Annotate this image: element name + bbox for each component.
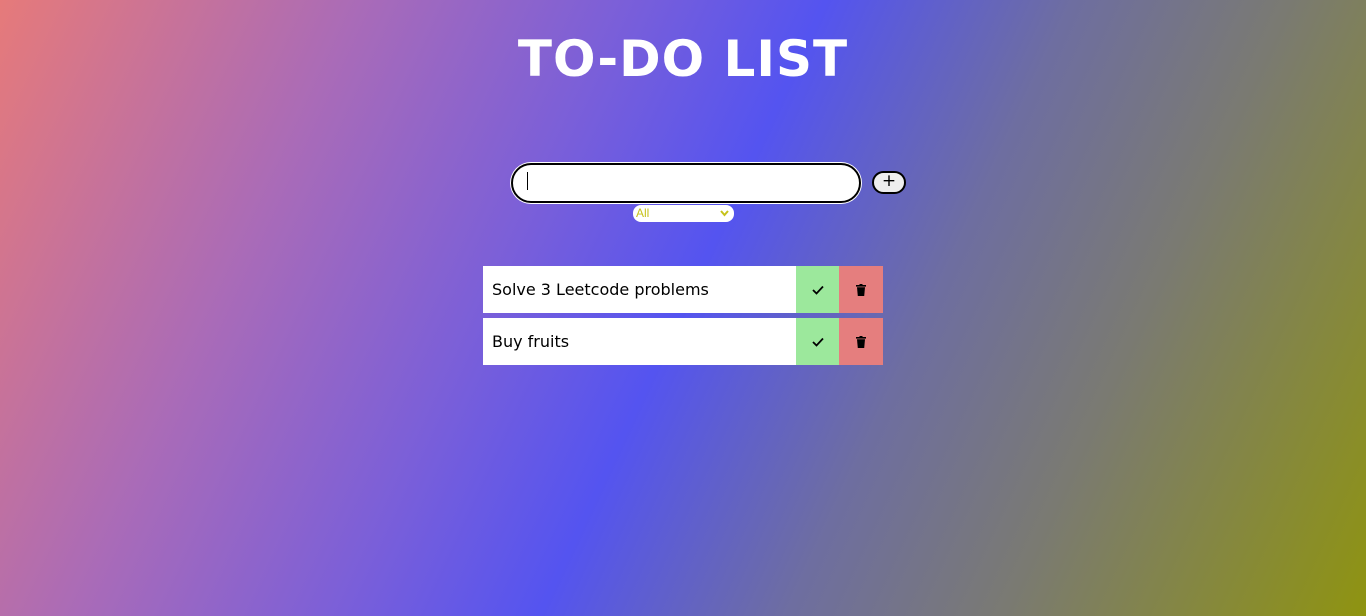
complete-button[interactable] <box>796 266 839 313</box>
add-todo-button[interactable]: + <box>872 171 906 194</box>
check-icon <box>811 285 824 295</box>
delete-button[interactable] <box>839 266 883 313</box>
page-title: TO-DO LIST <box>517 30 849 88</box>
todo-text: Buy fruits <box>492 332 570 351</box>
todo-input[interactable] <box>511 163 861 203</box>
trash-icon <box>856 335 866 348</box>
todo-item: Buy fruits <box>483 318 883 365</box>
text-cursor <box>527 172 528 190</box>
filter-selected-value: All <box>636 206 650 220</box>
trash-icon <box>856 283 866 296</box>
plus-icon: + <box>881 171 897 191</box>
check-icon <box>811 337 824 347</box>
todo-item: Solve 3 Leetcode problems <box>483 266 883 313</box>
filter-select[interactable]: All <box>633 205 734 222</box>
todo-text: Solve 3 Leetcode problems <box>492 280 709 299</box>
delete-button[interactable] <box>839 318 883 365</box>
chevron-down-icon <box>720 205 729 228</box>
complete-button[interactable] <box>796 318 839 365</box>
todo-form: + <box>511 163 911 203</box>
todo-list: Solve 3 Leetcode problems Buy fruits <box>483 266 883 370</box>
